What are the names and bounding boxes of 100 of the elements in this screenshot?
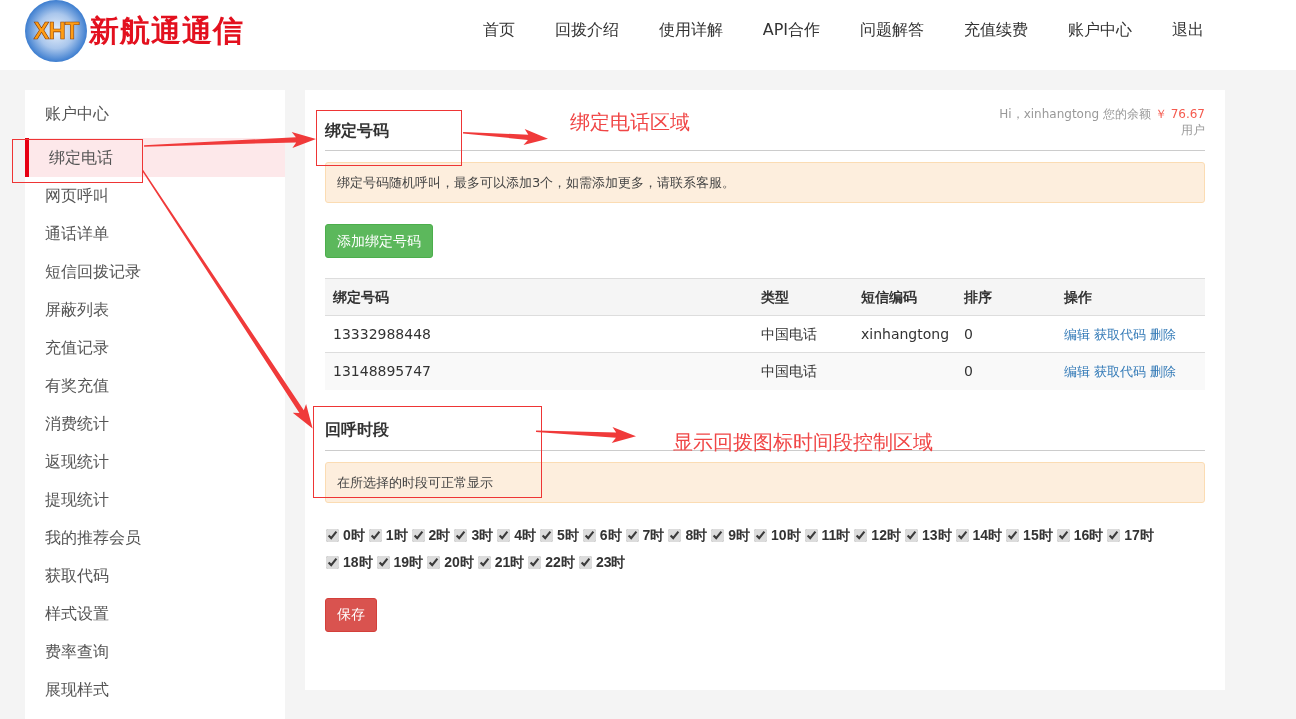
- hour-label[interactable]: 8时: [685, 524, 708, 546]
- hour-checkbox[interactable]: [578, 555, 592, 569]
- hour-checkbox[interactable]: [497, 528, 511, 542]
- sidebar-item[interactable]: 提现统计: [45, 481, 109, 519]
- hour-checkbox[interactable]: [804, 528, 818, 542]
- hour-label[interactable]: 18时: [343, 551, 373, 573]
- nav-link[interactable]: 问题解答: [860, 19, 924, 41]
- logo-mark: XHT: [25, 0, 87, 62]
- hour-checkbox[interactable]: [326, 555, 339, 569]
- hour-label[interactable]: 3时: [471, 524, 494, 546]
- hour-checkbox[interactable]: [454, 528, 468, 542]
- column-header: 排序: [956, 278, 1056, 316]
- user-role-text: 用户: [1181, 123, 1205, 137]
- logo-text: 新航通通信: [89, 16, 244, 46]
- sidebar-item[interactable]: 屏蔽列表: [45, 291, 109, 329]
- hour-checkbox[interactable]: [711, 528, 725, 542]
- hour-checkbox[interactable]: [1107, 528, 1121, 542]
- sidebar-item[interactable]: 返现统计: [45, 443, 109, 481]
- sidebar-item[interactable]: 账户中心: [45, 95, 109, 133]
- hour-checkbox[interactable]: [528, 555, 542, 569]
- action-link[interactable]: 删除: [1150, 326, 1176, 342]
- hour-label[interactable]: 20时: [444, 551, 474, 573]
- sidebar-item[interactable]: 样式设置: [45, 595, 109, 633]
- table-cell: 中国电话: [753, 352, 853, 390]
- sidebar-item[interactable]: 费率查询: [45, 633, 109, 671]
- hour-label[interactable]: 11时: [821, 524, 851, 546]
- hour-checkbox[interactable]: [326, 528, 339, 542]
- nav-link[interactable]: 回拨介绍: [554, 19, 619, 41]
- sidebar-item[interactable]: 绑定电话: [25, 138, 285, 177]
- hour-checkbox[interactable]: [854, 528, 868, 542]
- sidebar-item[interactable]: 我的推荐会员: [45, 519, 141, 557]
- save-button[interactable]: 保存: [325, 597, 377, 632]
- sidebar-item[interactable]: 短信回拨记录: [45, 253, 141, 291]
- section-title: 绑定号码: [325, 120, 389, 142]
- hour-label[interactable]: 6时: [599, 524, 622, 546]
- nav-link[interactable]: 充值续费: [964, 19, 1028, 41]
- table-cell: 0: [956, 315, 1056, 353]
- hour-label[interactable]: 23时: [595, 551, 626, 573]
- action-link[interactable]: 编辑: [1064, 326, 1090, 342]
- hour-label[interactable]: 9时: [728, 524, 750, 546]
- hour-label[interactable]: 16时: [1073, 524, 1104, 546]
- hour-label[interactable]: 22时: [545, 551, 575, 573]
- column-header: 类型: [753, 278, 853, 316]
- hour-label[interactable]: 13时: [921, 524, 952, 546]
- hour-checkbox[interactable]: [540, 528, 553, 542]
- hour-checkbox[interactable]: [668, 528, 682, 542]
- nav-link[interactable]: 使用详解: [658, 19, 723, 41]
- greeting-text: Hi，xinhangtong 您的余额: [999, 107, 1151, 121]
- nav-link[interactable]: 退出: [1172, 19, 1204, 41]
- hour-checkbox[interactable]: [1056, 528, 1070, 542]
- action-link[interactable]: 获取代码: [1094, 363, 1146, 379]
- action-link[interactable]: 编辑: [1064, 363, 1090, 379]
- hour-checkbox[interactable]: [477, 555, 491, 569]
- hour-label[interactable]: 15时: [1023, 524, 1053, 546]
- sidebar-item[interactable]: 有奖充值: [45, 367, 109, 405]
- hour-checkbox[interactable]: [376, 555, 390, 569]
- hour-label[interactable]: 10时: [770, 524, 801, 546]
- hour-label[interactable]: 19时: [393, 551, 424, 573]
- notice-alert: 绑定号码随机呼叫，最多可以添加3个，如需添加更多，请联系客服。: [325, 162, 1205, 203]
- column-header: 绑定号码: [325, 278, 753, 316]
- sidebar-item[interactable]: 消费统计: [45, 405, 109, 443]
- hour-label[interactable]: 1时: [385, 524, 408, 546]
- table-cell: xinhangtong: [853, 315, 956, 353]
- hour-checkbox[interactable]: [625, 528, 639, 542]
- hour-checkbox[interactable]: [368, 528, 382, 542]
- sidebar-item[interactable]: 网页呼叫: [45, 177, 109, 215]
- hour-checkbox[interactable]: [753, 528, 767, 542]
- sidebar-item[interactable]: 通话详单: [45, 215, 109, 253]
- column-header: 操作: [1056, 278, 1205, 316]
- hour-label[interactable]: 7时: [642, 524, 665, 546]
- hour-label[interactable]: 12时: [871, 524, 901, 546]
- sidebar-item[interactable]: 展现样式: [45, 671, 109, 709]
- hour-label[interactable]: 17时: [1124, 524, 1154, 546]
- hour-checkbox[interactable]: [1006, 528, 1020, 542]
- table-cell: 中国电话: [753, 315, 853, 353]
- hour-checkbox[interactable]: [955, 528, 969, 542]
- hour-checkbox[interactable]: [582, 528, 596, 542]
- action-link[interactable]: 获取代码: [1094, 326, 1146, 342]
- hour-label[interactable]: 5时: [557, 524, 579, 546]
- hour-checkbox[interactable]: [427, 555, 441, 569]
- hour-label[interactable]: 21时: [494, 551, 525, 573]
- nav-link[interactable]: 首页: [482, 19, 515, 41]
- notice-alert: 在所选择的时段可正常显示: [325, 461, 1205, 503]
- balance-amount: ￥ 76.67: [1154, 107, 1205, 121]
- annotation-label: 绑定电话区域: [570, 110, 690, 134]
- hour-label[interactable]: 14时: [972, 524, 1003, 546]
- table-cell: 13332988448: [325, 315, 753, 353]
- annotation-label: 显示回拨图标时间段控制区域: [673, 430, 933, 454]
- sidebar-item[interactable]: 充值记录: [45, 329, 109, 367]
- hour-checkbox[interactable]: [411, 528, 425, 542]
- hour-label[interactable]: 4时: [514, 524, 536, 546]
- hour-label[interactable]: 2时: [428, 524, 451, 546]
- sidebar-item[interactable]: 获取代码: [45, 557, 109, 595]
- hour-checkbox[interactable]: [904, 528, 918, 542]
- nav-link[interactable]: API合作: [762, 19, 820, 41]
- column-header: 短信编码: [853, 278, 956, 316]
- action-link[interactable]: 删除: [1150, 363, 1176, 379]
- nav-link[interactable]: 账户中心: [1068, 19, 1132, 41]
- table-cell: 0: [956, 352, 1056, 390]
- hour-label[interactable]: 0时: [343, 524, 365, 546]
